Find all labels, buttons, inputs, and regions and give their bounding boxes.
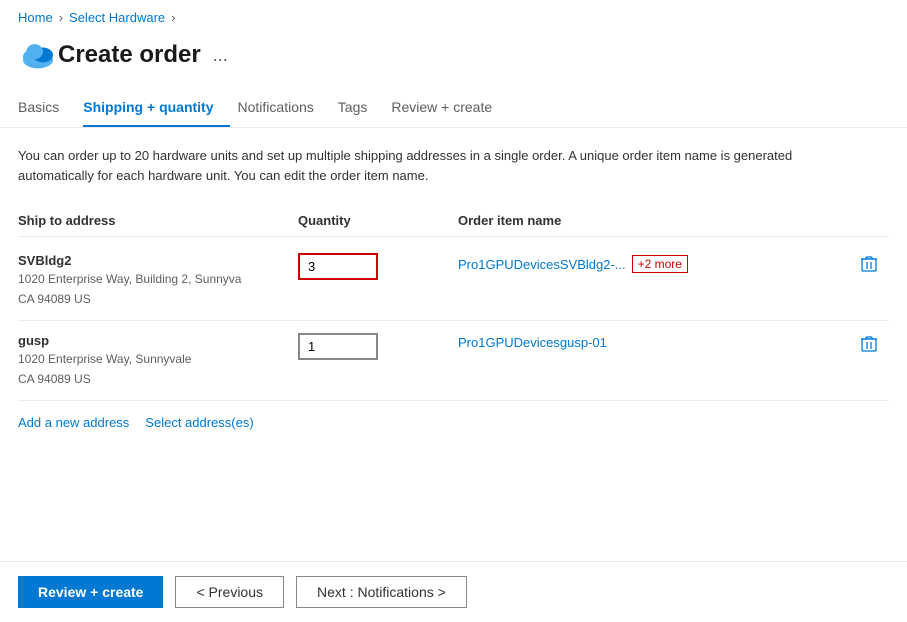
address-line1-2: 1020 Enterprise Way, Sunnyvale xyxy=(18,350,298,368)
address-line1-1: 1020 Enterprise Way, Building 2, Sunnyva xyxy=(18,270,298,288)
quantity-input-2[interactable] xyxy=(298,333,378,360)
cloud-icon xyxy=(18,35,58,75)
tab-notifications[interactable]: Notifications xyxy=(238,89,330,127)
table-row: SVBldg2 1020 Enterprise Way, Building 2,… xyxy=(18,241,889,321)
add-links-bar: Add a new address Select address(es) xyxy=(18,415,889,430)
col-ship-to: Ship to address xyxy=(18,213,298,228)
add-new-address-link[interactable]: Add a new address xyxy=(18,415,129,430)
page-header: Create order ... xyxy=(0,31,907,85)
page-title: Create order xyxy=(58,41,201,69)
address-line2-1: CA 94089 US xyxy=(18,290,298,308)
address-line2-2: CA 94089 US xyxy=(18,370,298,388)
quantity-cell-1[interactable] xyxy=(298,253,458,280)
tab-basics[interactable]: Basics xyxy=(18,89,75,127)
order-link-1[interactable]: Pro1GPUDevicesSVBldg2-... xyxy=(458,257,626,272)
order-name-cell-1: Pro1GPUDevicesSVBldg2-... +2 more xyxy=(458,253,849,273)
review-create-button[interactable]: Review + create xyxy=(18,576,163,608)
address-name-1: SVBldg2 xyxy=(18,253,298,268)
table-header: Ship to address Quantity Order item name xyxy=(18,205,889,237)
breadcrumb-home[interactable]: Home xyxy=(18,10,53,25)
address-cell-2: gusp 1020 Enterprise Way, Sunnyvale CA 9… xyxy=(18,333,298,388)
breadcrumb-sep2: › xyxy=(171,10,175,25)
table-row: gusp 1020 Enterprise Way, Sunnyvale CA 9… xyxy=(18,321,889,401)
breadcrumb-select-hardware[interactable]: Select Hardware xyxy=(69,10,165,25)
tab-tags[interactable]: Tags xyxy=(338,89,384,127)
breadcrumb-sep1: › xyxy=(59,10,63,25)
tab-review-create[interactable]: Review + create xyxy=(391,89,508,127)
trash-icon-2 xyxy=(860,335,878,353)
quantity-input-1[interactable] xyxy=(298,253,378,280)
description-text: You can order up to 20 hardware units an… xyxy=(18,146,838,185)
main-content: You can order up to 20 hardware units an… xyxy=(0,128,907,430)
trash-icon-1 xyxy=(860,255,878,273)
footer-bar: Review + create < Previous Next : Notifi… xyxy=(0,561,907,622)
previous-button[interactable]: < Previous xyxy=(175,576,284,608)
order-link-2[interactable]: Pro1GPUDevicesgusp-01 xyxy=(458,335,607,350)
ellipsis-button[interactable]: ... xyxy=(213,45,228,66)
col-order-item: Order item name xyxy=(458,213,849,228)
tabs-bar: Basics Shipping + quantity Notifications… xyxy=(0,89,907,128)
col-quantity: Quantity xyxy=(298,213,458,228)
select-addresses-link[interactable]: Select address(es) xyxy=(145,415,253,430)
address-name-2: gusp xyxy=(18,333,298,348)
breadcrumb: Home › Select Hardware › xyxy=(0,0,907,31)
next-notifications-button[interactable]: Next : Notifications > xyxy=(296,576,467,608)
address-cell-1: SVBldg2 1020 Enterprise Way, Building 2,… xyxy=(18,253,298,308)
more-badge-1[interactable]: +2 more xyxy=(632,255,688,273)
delete-button-2[interactable] xyxy=(849,333,889,353)
delete-button-1[interactable] xyxy=(849,253,889,273)
order-name-cell-2: Pro1GPUDevicesgusp-01 xyxy=(458,333,849,350)
quantity-cell-2[interactable] xyxy=(298,333,458,360)
tab-shipping[interactable]: Shipping + quantity xyxy=(83,89,229,127)
